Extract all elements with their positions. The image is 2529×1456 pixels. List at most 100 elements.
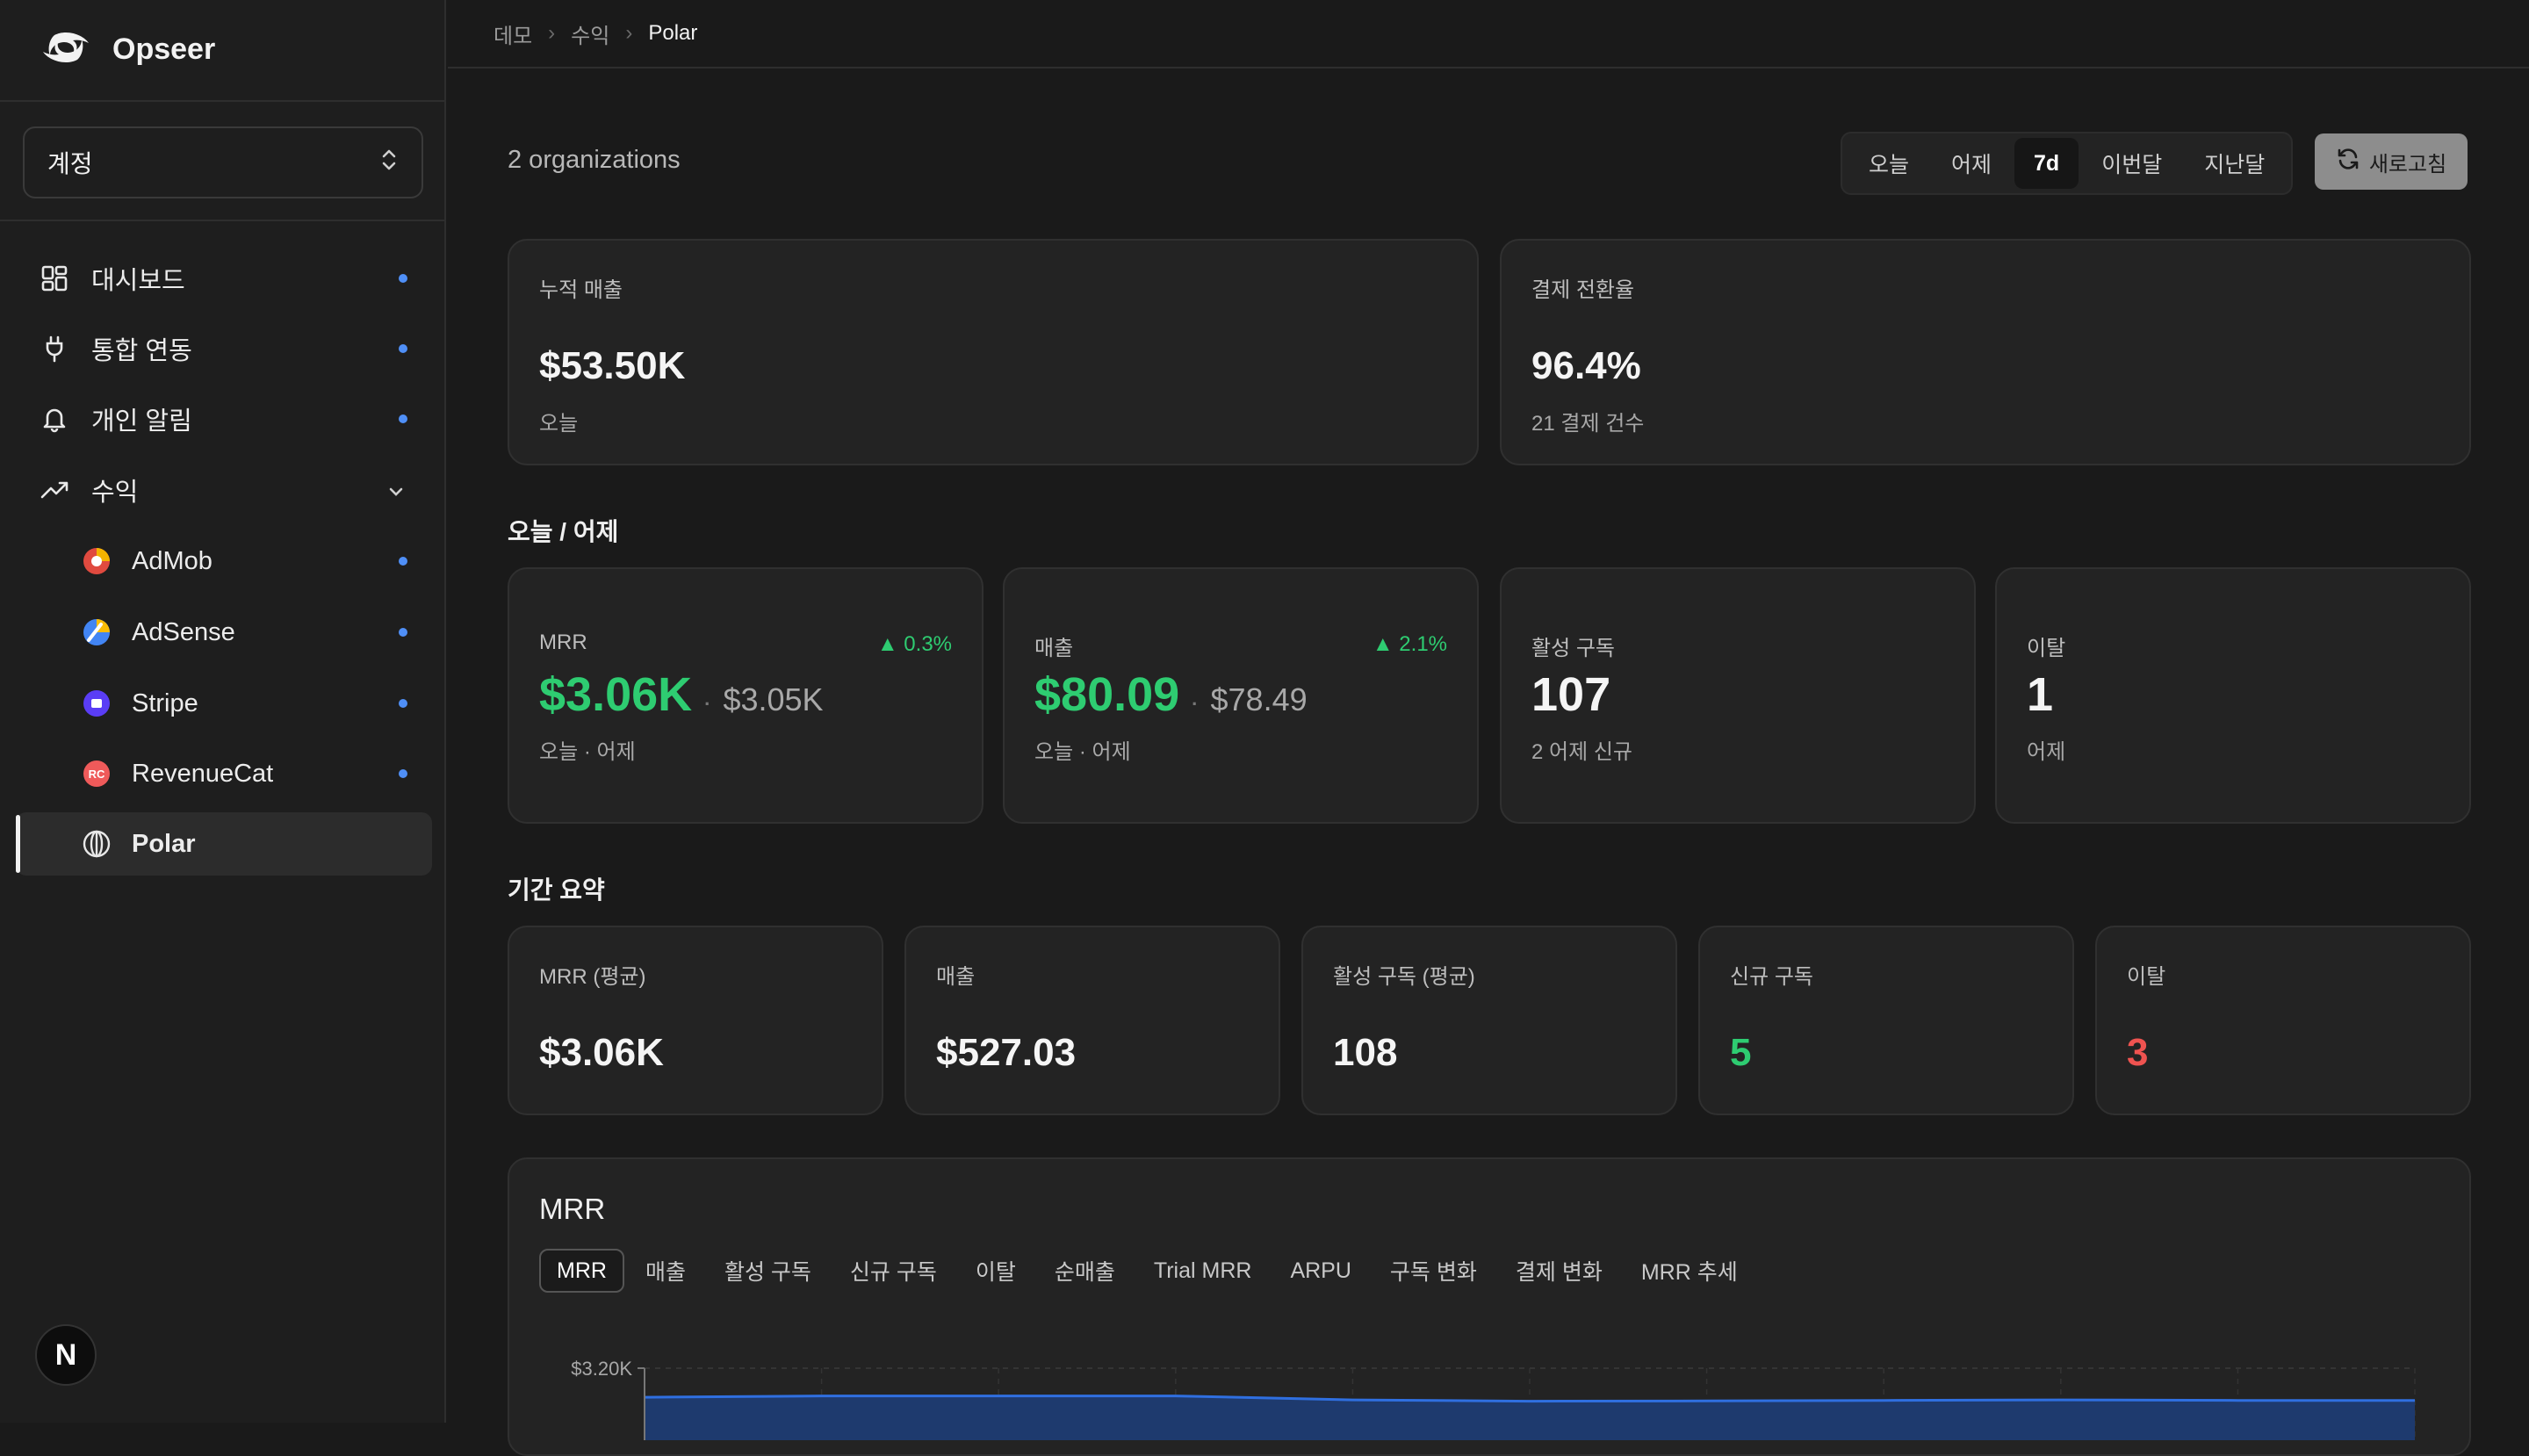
sidebar-item-adsense[interactable]: AdSense — [16, 601, 432, 664]
brand[interactable]: Opseer — [40, 23, 215, 76]
card-value: $53.50K — [539, 344, 686, 387]
tab-mrr[interactable]: MRR — [539, 1249, 624, 1293]
account-selector[interactable]: 계정 — [23, 126, 423, 198]
refresh-label: 새로고침 — [2368, 152, 2447, 177]
card-label: 활성 구독 — [1531, 637, 1615, 660]
sidebar-item-label: AdSense — [132, 617, 235, 646]
status-dot — [399, 628, 407, 637]
org-count: 2 organizations — [508, 146, 681, 174]
y-tick-label: $3.20K — [571, 1358, 632, 1380]
chart-title: MRR — [539, 1193, 606, 1225]
status-dot — [399, 699, 407, 708]
chevron-down-icon — [386, 479, 406, 508]
chevron-right-icon: › — [548, 21, 556, 45]
card-value-row: $80.09 · $78.49 — [1034, 667, 1308, 722]
sidebar-item-label: 개인 알림 — [91, 407, 192, 436]
sidebar-item-revenuecat[interactable]: RC RevenueCat — [16, 742, 432, 805]
sidebar-item-polar[interactable]: Polar — [16, 812, 432, 876]
tab-revenue[interactable]: 매출 — [628, 1249, 703, 1293]
card-sub: 2 어제 신규 — [1531, 740, 1633, 764]
tab-new-subs[interactable]: 신규 구독 — [832, 1249, 955, 1293]
separator: · — [1192, 693, 1199, 715]
refresh-button[interactable]: 새로고침 — [2315, 133, 2468, 190]
adsense-icon — [79, 615, 114, 650]
active-indicator — [16, 815, 20, 873]
range-this-month[interactable]: 이번달 — [2082, 138, 2181, 189]
revenue-today-card: 매출 ▲ 2.1% $80.09 · $78.49 오늘 · 어제 — [1003, 567, 1479, 824]
opseer-logo-icon — [40, 27, 91, 72]
polar-icon — [79, 826, 114, 861]
trending-up-icon — [37, 472, 72, 508]
churn-today-card: 이탈 1 어제 — [1995, 567, 2471, 824]
breadcrumb-current: Polar — [648, 21, 698, 45]
mrr-area — [645, 1395, 2415, 1440]
card-sub: 어제 — [2027, 740, 2066, 764]
tab-active-subs[interactable]: 활성 구독 — [707, 1249, 829, 1293]
card-label: MRR — [539, 631, 587, 654]
card-sub: 오늘 · 어제 — [1034, 740, 1131, 764]
separator: · — [704, 693, 711, 715]
card-value-row: $3.06K · $3.05K — [539, 667, 824, 722]
sidebar-item-revenue[interactable]: 수익 — [16, 458, 432, 522]
chart-tabs: MRR 매출 활성 구독 신규 구독 이탈 순매출 Trial MRR ARPU… — [539, 1249, 1755, 1293]
stripe-icon — [79, 686, 114, 721]
previous-value: $78.49 — [1210, 681, 1308, 717]
sidebar-item-label: Polar — [132, 829, 196, 858]
tab-churn[interactable]: 이탈 — [958, 1249, 1034, 1293]
sidebar-item-label: 수익 — [91, 479, 139, 507]
card-label: 누적 매출 — [539, 278, 623, 302]
admob-icon — [79, 544, 114, 579]
refresh-icon — [2336, 147, 2360, 177]
dashboard-icon — [37, 261, 72, 296]
status-dot — [399, 274, 407, 283]
tab-sub-changes[interactable]: 구독 변화 — [1373, 1249, 1495, 1293]
period-new-subs-card: 신규 구독 5 — [1698, 926, 2074, 1115]
tab-mrr-trend[interactable]: MRR 추세 — [1624, 1249, 1755, 1293]
svg-text:RC: RC — [89, 768, 105, 781]
breadcrumb-item[interactable]: 수익 — [571, 18, 609, 49]
tab-payment-changes[interactable]: 결제 변화 — [1498, 1249, 1620, 1293]
mrr-chart-card: MRR MRR 매출 활성 구독 신규 구독 이탈 순매출 Trial MRR … — [508, 1157, 2471, 1456]
card-value: $80.09 — [1034, 668, 1180, 721]
status-dot — [399, 557, 407, 566]
sidebar-item-label: AdMob — [132, 546, 213, 575]
sidebar-item-admob[interactable]: AdMob — [16, 530, 432, 593]
card-value: 107 — [1531, 668, 1611, 721]
card-value: 5 — [1730, 1031, 1752, 1074]
status-dot — [399, 769, 407, 778]
range-today[interactable]: 오늘 — [1849, 138, 1928, 189]
status-dot — [399, 344, 407, 353]
card-value: $3.06K — [539, 668, 693, 721]
revenuecat-icon: RC — [79, 756, 114, 791]
card-label: 활성 구독 (평균) — [1333, 965, 1475, 989]
breadcrumb: 데모 › 수익 › Polar — [448, 0, 2529, 68]
card-sub: 오늘 — [539, 412, 579, 436]
sidebar-item-integrations[interactable]: 통합 연동 — [16, 317, 432, 380]
sidebar-item-dashboard[interactable]: 대시보드 — [16, 247, 432, 310]
card-label: 이탈 — [2027, 637, 2066, 660]
period-revenue-card: 매출 $527.03 — [904, 926, 1280, 1115]
range-last-month[interactable]: 지난달 — [2185, 138, 2284, 189]
avatar[interactable]: N — [35, 1324, 97, 1386]
bell-icon — [37, 401, 72, 436]
period-mrr-card: MRR (평균) $3.06K — [508, 926, 883, 1115]
breadcrumb-item[interactable]: 데모 — [494, 18, 532, 49]
card-value: 108 — [1333, 1031, 1398, 1074]
tab-trial-mrr[interactable]: Trial MRR — [1136, 1249, 1270, 1293]
section-title-today: 오늘 / 어제 — [508, 518, 619, 545]
range-yesterday[interactable]: 어제 — [1932, 138, 2011, 189]
sidebar-item-alerts[interactable]: 개인 알림 — [16, 387, 432, 450]
card-label: 결제 전환율 — [1531, 278, 1635, 302]
mrr-today-card: MRR ▲ 0.3% $3.06K · $3.05K 오늘 · 어제 — [508, 567, 984, 824]
sidebar-item-label: 대시보드 — [91, 267, 185, 295]
sidebar-item-stripe[interactable]: Stripe — [16, 672, 432, 735]
range-7d[interactable]: 7d — [2014, 138, 2079, 189]
card-label: 이탈 — [2127, 965, 2166, 989]
sidebar-item-label: Stripe — [132, 688, 198, 717]
previous-value: $3.05K — [723, 681, 824, 717]
tab-net-revenue[interactable]: 순매출 — [1037, 1249, 1133, 1293]
plug-icon — [37, 331, 72, 366]
card-label: 매출 — [1034, 637, 1074, 660]
period-churn-card: 이탈 3 — [2095, 926, 2471, 1115]
tab-arpu[interactable]: ARPU — [1272, 1249, 1368, 1293]
